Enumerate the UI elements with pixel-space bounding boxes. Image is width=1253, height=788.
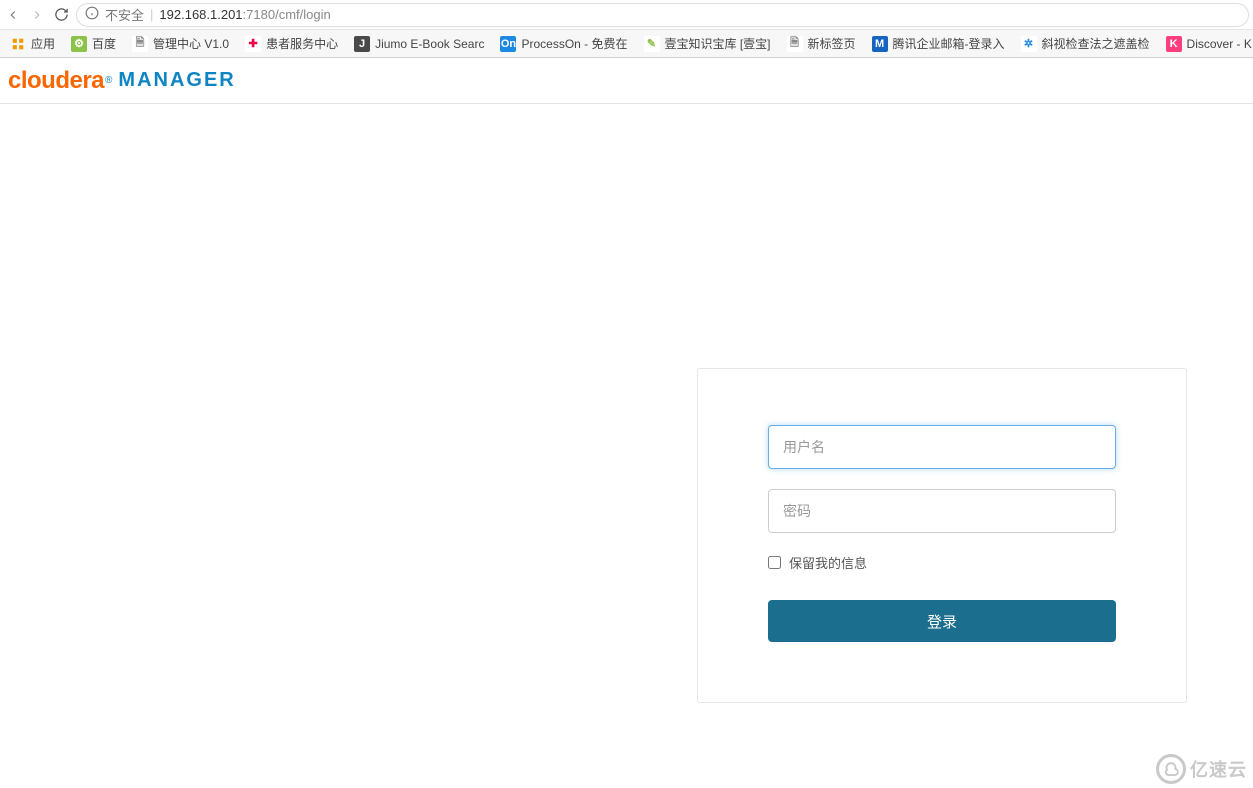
bookmark-label: 壹宝知识宝库 [壹宝] bbox=[665, 35, 771, 52]
bookmark-item[interactable]: 🗎 管理中心 V1.0 bbox=[126, 32, 235, 55]
bookmark-favicon: J bbox=[354, 36, 370, 52]
brand-reg: ® bbox=[105, 75, 112, 86]
brand-word-2: MANAGER bbox=[118, 69, 235, 92]
bookmark-favicon: On bbox=[500, 36, 516, 52]
brand-logo: cloudera® MANAGER bbox=[8, 67, 236, 95]
apps-label: 应用 bbox=[31, 35, 55, 52]
remember-row[interactable]: 保留我的信息 bbox=[768, 553, 1116, 572]
bookmark-label: Jiumo E-Book Searc bbox=[375, 37, 484, 51]
forward-button[interactable] bbox=[28, 6, 46, 24]
url-text: 192.168.1.201:7180/cmf/login bbox=[159, 7, 330, 22]
remember-label: 保留我的信息 bbox=[789, 553, 867, 572]
bookmark-label: 管理中心 V1.0 bbox=[153, 35, 229, 52]
bookmark-item[interactable]: On ProcessOn - 免费在 bbox=[494, 32, 633, 55]
bookmark-item[interactable]: ✎ 壹宝知识宝库 [壹宝] bbox=[638, 32, 777, 55]
bookmark-favicon: ✚ bbox=[245, 36, 261, 52]
remember-checkbox[interactable] bbox=[768, 556, 781, 569]
bookmark-label: 腾讯企业邮箱-登录入 bbox=[893, 35, 1005, 52]
watermark-text: 亿速云 bbox=[1190, 756, 1247, 782]
bookmark-item[interactable]: ✲ 斜视检查法之遮盖检 bbox=[1015, 32, 1156, 55]
login-button[interactable]: 登录 bbox=[768, 600, 1116, 642]
watermark: 亿速云 bbox=[1156, 754, 1247, 784]
bookmark-item[interactable]: J Jiumo E-Book Searc bbox=[348, 32, 490, 55]
bookmark-label: ProcessOn - 免费在 bbox=[521, 35, 627, 52]
bookmark-item[interactable]: M 腾讯企业邮箱-登录入 bbox=[866, 32, 1011, 55]
bookmark-favicon: ⚙ bbox=[71, 36, 87, 52]
login-card: 保留我的信息 登录 bbox=[697, 368, 1187, 703]
bookmark-item[interactable]: 🗎 新标签页 bbox=[781, 32, 862, 55]
apps-icon bbox=[10, 36, 26, 52]
page-header: cloudera® MANAGER bbox=[0, 58, 1253, 104]
page-content: 保留我的信息 登录 亿速云 bbox=[0, 104, 1253, 788]
address-bar[interactable]: 不安全 | 192.168.1.201:7180/cmf/login bbox=[76, 3, 1249, 27]
bookmarks-bar: 应用 ⚙ 百度 🗎 管理中心 V1.0 ✚ 患者服务中心 J Jiumo E-Book Sea… bbox=[0, 30, 1253, 58]
bookmark-label: 百度 bbox=[92, 35, 116, 52]
info-icon bbox=[85, 6, 99, 23]
bookmark-item[interactable]: ✚ 患者服务中心 bbox=[239, 32, 344, 55]
separator: | bbox=[150, 7, 153, 22]
reload-button[interactable] bbox=[52, 6, 70, 24]
bookmark-item[interactable]: ⚙ 百度 bbox=[65, 32, 122, 55]
bookmark-label: 斜视检查法之遮盖检 bbox=[1042, 35, 1150, 52]
bookmark-label: Discover - K bbox=[1187, 37, 1252, 51]
back-button[interactable] bbox=[4, 6, 22, 24]
bookmark-favicon: ✲ bbox=[1021, 36, 1037, 52]
bookmark-label: 患者服务中心 bbox=[266, 35, 338, 52]
security-label: 不安全 bbox=[105, 5, 144, 24]
bookmark-favicon: M bbox=[872, 36, 888, 52]
bookmark-label: 新标签页 bbox=[808, 35, 856, 52]
brand-word-1: cloudera bbox=[8, 67, 104, 95]
bookmark-favicon: 🗎 bbox=[132, 36, 148, 52]
bookmark-favicon: K bbox=[1166, 36, 1182, 52]
bookmark-favicon: 🗎 bbox=[787, 36, 803, 52]
bookmark-favicon: ✎ bbox=[644, 36, 660, 52]
password-input[interactable] bbox=[768, 489, 1116, 533]
browser-nav-bar: 不安全 | 192.168.1.201:7180/cmf/login bbox=[0, 0, 1253, 30]
username-input[interactable] bbox=[768, 425, 1116, 469]
apps-button[interactable]: 应用 bbox=[4, 32, 61, 55]
watermark-icon bbox=[1156, 754, 1186, 784]
bookmark-item[interactable]: K Discover - K bbox=[1160, 32, 1253, 55]
